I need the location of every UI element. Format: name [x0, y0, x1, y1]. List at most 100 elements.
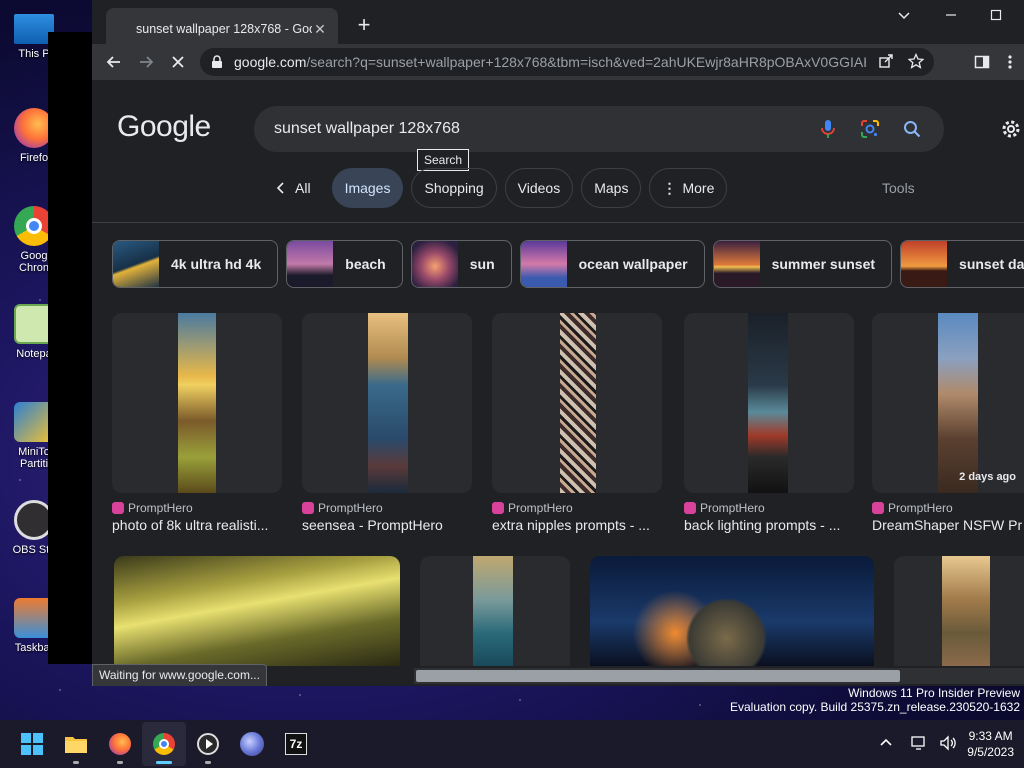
related-chip[interactable]: summer sunset [712, 240, 893, 288]
result-thumbnail[interactable] [420, 556, 570, 666]
forward-button[interactable] [132, 48, 160, 76]
result-thumbnail[interactable] [684, 313, 854, 493]
related-chip[interactable]: 4k ultra hd 4k [112, 240, 279, 288]
chevron-up-icon[interactable] [879, 736, 893, 753]
filter-label: Maps [594, 180, 629, 196]
volume-icon[interactable] [939, 734, 957, 754]
result-source[interactable]: PromptHero [492, 501, 662, 515]
side-panel-icon[interactable] [974, 54, 990, 75]
source-label: PromptHero [128, 501, 193, 515]
taskbar-app[interactable] [230, 722, 274, 766]
tools-button[interactable]: Tools [882, 180, 915, 196]
filter-more[interactable]: ⋮ More [649, 168, 728, 208]
result-source[interactable]: PromptHero [684, 501, 854, 515]
taskbar: 7z 9:33 AM 9/5/2023 [0, 720, 1024, 768]
close-tab-icon[interactable]: ✕ [312, 21, 328, 37]
result-image [178, 313, 216, 493]
windows-logo-icon [21, 733, 43, 755]
related-thumbnail [713, 241, 760, 287]
chrome-icon [153, 733, 175, 755]
start-button[interactable] [10, 722, 54, 766]
related-chip[interactable]: sun [410, 240, 512, 288]
image-result[interactable]: PromptHero photo of 8k ultra realisti... [112, 313, 282, 533]
system-tray: 9:33 AM 9/5/2023 [879, 720, 1014, 768]
taskbar-file-explorer[interactable] [54, 722, 98, 766]
result-thumbnail[interactable] [112, 313, 282, 493]
taskbar-chrome[interactable] [142, 722, 186, 766]
image-result[interactable]: PromptHero seensea - PromptHero [302, 313, 472, 533]
taskbar-7zip[interactable]: 7z [274, 722, 318, 766]
related-label: ocean wallpaper [578, 256, 688, 272]
related-thumbnail [411, 241, 458, 287]
result-thumbnail[interactable] [492, 313, 662, 493]
chevron-left-icon [276, 182, 284, 194]
result-thumbnail[interactable] [894, 556, 1024, 666]
url-text: google.com/search?q=sunset+wallpaper+128… [234, 54, 866, 70]
related-chip[interactable]: beach [286, 240, 403, 288]
menu-dots-icon[interactable] [1002, 54, 1018, 75]
filter-videos[interactable]: Videos [504, 168, 574, 208]
taskbar-firefox[interactable] [98, 722, 142, 766]
result-thumbnail[interactable] [590, 556, 874, 666]
related-chip[interactable]: ocean wallpaper [519, 240, 705, 288]
result-thumbnail[interactable] [114, 556, 400, 666]
related-label: 4k ultra hd 4k [171, 256, 262, 272]
google-logo[interactable]: Google [117, 110, 211, 144]
bookmark-star-icon[interactable] [907, 52, 925, 72]
address-bar[interactable]: google.com/search?q=sunset+wallpaper+128… [200, 48, 934, 76]
result-thumbnail[interactable]: 2 days ago [872, 313, 1024, 493]
gear-icon[interactable] [1000, 118, 1022, 140]
scrollbar-thumb[interactable] [416, 670, 900, 682]
image-result[interactable] [590, 556, 874, 666]
maximize-icon[interactable] [984, 8, 1008, 28]
image-result[interactable] [114, 556, 400, 666]
filter-shopping[interactable]: Shopping [411, 168, 497, 208]
result-title[interactable]: DreamShaper NSFW Pr [872, 517, 1024, 533]
prompthero-icon [112, 502, 124, 514]
clock[interactable]: 9:33 AM 9/5/2023 [967, 728, 1014, 760]
search-box[interactable]: sunset wallpaper 128x768 [254, 106, 944, 152]
filter-label: More [682, 180, 715, 196]
result-source[interactable]: PromptHero [302, 501, 472, 515]
result-title[interactable]: back lighting prompts - ... [684, 517, 854, 533]
chevron-down-icon[interactable] [892, 8, 916, 28]
result-source[interactable]: PromptHero [112, 501, 282, 515]
url-host: google.com [234, 54, 307, 70]
filter-maps[interactable]: Maps [581, 168, 642, 208]
image-result[interactable] [420, 556, 570, 666]
image-result[interactable]: 2 days ago PromptHero DreamShaper NSFW P… [872, 313, 1024, 533]
related-label: summer sunset [771, 256, 876, 272]
minimize-icon[interactable] [939, 8, 963, 28]
result-thumbnail[interactable] [302, 313, 472, 493]
back-button[interactable] [100, 48, 128, 76]
search-input[interactable]: sunset wallpaper 128x768 [274, 120, 798, 138]
prompthero-icon [302, 502, 314, 514]
folder-icon [65, 737, 87, 753]
result-title[interactable]: seensea - PromptHero [302, 517, 472, 533]
image-result[interactable]: PromptHero extra nipples prompts - ... [492, 313, 662, 533]
google-lens-icon[interactable] [858, 117, 882, 141]
stop-loading-button[interactable] [164, 48, 192, 76]
image-result[interactable]: PromptHero back lighting prompts - ... [684, 313, 854, 533]
result-source[interactable]: PromptHero [872, 501, 1024, 515]
search-icon[interactable] [900, 117, 924, 141]
share-icon[interactable] [878, 53, 894, 72]
horizontal-scrollbar[interactable] [414, 668, 1024, 684]
running-indicator [156, 761, 172, 764]
filter-all[interactable]: All [262, 168, 324, 208]
new-tab-button[interactable]: + [352, 14, 376, 38]
filter-images[interactable]: Images [331, 168, 404, 208]
taskbar-media-player[interactable] [186, 722, 230, 766]
7zip-icon: 7z [285, 733, 307, 755]
result-title[interactable]: extra nipples prompts - ... [492, 517, 662, 533]
result-title[interactable]: photo of 8k ultra realisti... [112, 517, 282, 533]
header-divider [92, 222, 1024, 223]
network-icon[interactable] [911, 735, 929, 754]
related-chip[interactable]: sunset daw [900, 240, 1024, 288]
source-label: PromptHero [700, 501, 765, 515]
image-result[interactable] [894, 556, 1024, 666]
tab-strip: sunset wallpaper 128x768 - Goog ✕ + [92, 0, 1024, 50]
microphone-icon[interactable] [816, 117, 840, 141]
app-icon [240, 732, 264, 756]
windows-watermark: Windows 11 Pro Insider Preview Evaluatio… [730, 686, 1020, 714]
